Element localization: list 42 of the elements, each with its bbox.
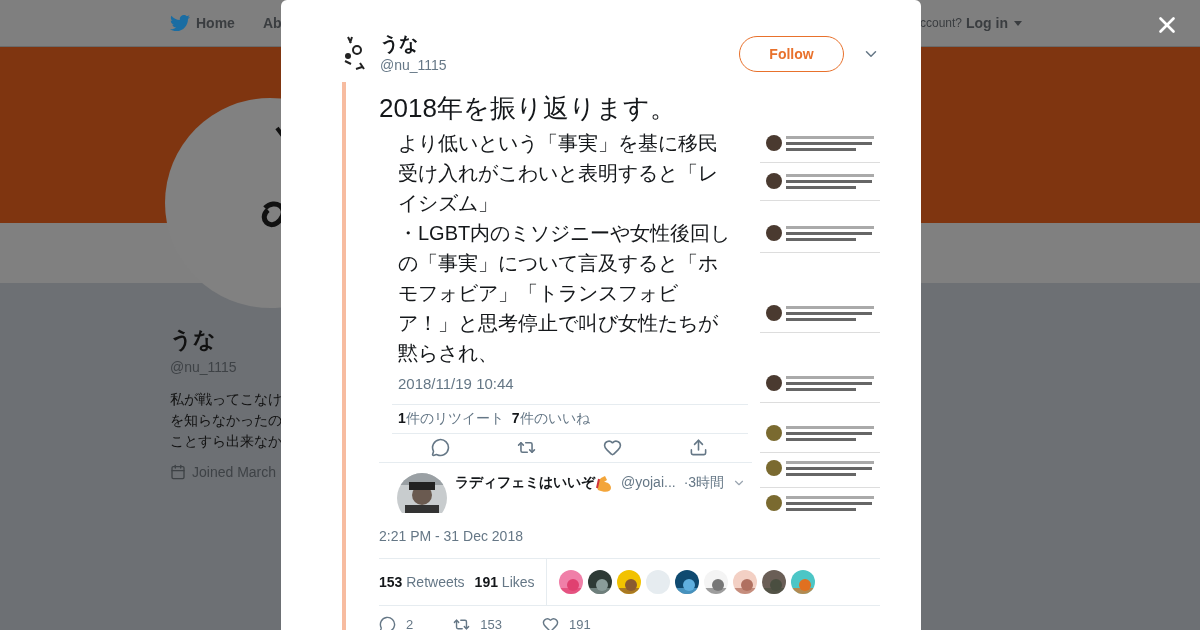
tweet-stat[interactable]: 191 Likes bbox=[474, 574, 535, 590]
retweet-icon[interactable] bbox=[453, 616, 471, 630]
follow-button[interactable]: Follow bbox=[739, 36, 844, 72]
nav-link[interactable]: Ab bbox=[262, 15, 282, 31]
bird-icon bbox=[170, 13, 190, 33]
reply-author-name: ラディフェミはいいぞ bbox=[455, 474, 595, 492]
quoted-stat: 7件のいいね bbox=[511, 409, 590, 428]
bio-line: 私が戦ってこなけ bbox=[170, 390, 282, 409]
like-icon[interactable] bbox=[541, 616, 559, 630]
profile-name: うな bbox=[170, 326, 216, 354]
reply-handle: @yojai... bbox=[621, 474, 676, 490]
tweet-timestamp: 2:21 PM - 31 Dec 2018 bbox=[379, 528, 524, 544]
retweet-button[interactable]: 153 bbox=[453, 616, 502, 630]
quoted-text-line: より低いという「事実」を基に移民 bbox=[397, 131, 719, 156]
like-icon bbox=[602, 438, 622, 458]
quoted-text-line: モフォビア」「トランスフォビ bbox=[397, 281, 679, 306]
author-handle[interactable]: @nu_1115 bbox=[380, 55, 447, 75]
bio-line: ことすら出来なか bbox=[170, 432, 282, 451]
quoted-stat: 1件のリツイート bbox=[398, 409, 504, 428]
quoted-text-line: 受け入れがこわいと表明すると「レ bbox=[397, 161, 719, 186]
flexed-arm-icon bbox=[595, 474, 613, 492]
reply-age: ·3時間 bbox=[683, 474, 725, 492]
quoted-text-line: の「事実」について言及すると「ホ bbox=[397, 251, 719, 276]
quoted-text-line: ・LGBT内のミソジニーや女性後回し bbox=[397, 221, 732, 246]
calendar-icon bbox=[170, 464, 186, 480]
reply-icon bbox=[430, 438, 450, 458]
tweet-text: 2018年を振り返ります。 bbox=[379, 93, 677, 123]
author-name[interactable]: うな bbox=[380, 33, 447, 55]
tweet-stat[interactable]: 153 Retweets bbox=[379, 574, 465, 590]
nav-link[interactable]: Home bbox=[170, 13, 235, 33]
quoted-timestamp: 2018/11/19 10:44 bbox=[397, 374, 515, 394]
reply-button[interactable]: 2 bbox=[379, 616, 414, 630]
reply-icon[interactable] bbox=[379, 616, 396, 630]
bio-line: を知らなかったの bbox=[170, 411, 282, 430]
quoted-text-line: イシズム」 bbox=[397, 191, 499, 216]
like-button[interactable]: 191 bbox=[541, 616, 591, 630]
share-icon bbox=[688, 438, 708, 458]
login-link[interactable]: Log in bbox=[966, 15, 1022, 31]
quoted-text-line: 黙らされ、 bbox=[397, 341, 499, 366]
quoted-text-line: ア！」と思考停止で叫び女性たちが bbox=[397, 311, 719, 336]
caret-icon bbox=[1014, 20, 1022, 26]
login-prompt: ccount? bbox=[919, 16, 962, 30]
